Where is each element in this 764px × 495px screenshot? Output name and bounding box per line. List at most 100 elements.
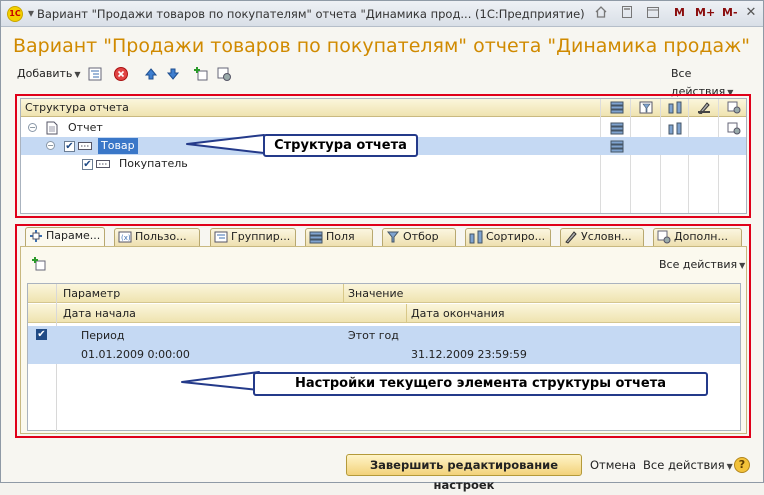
collapse-icon[interactable]: − [46, 141, 55, 150]
start-date-value[interactable]: 01.01.2009 0:00:00 [81, 345, 190, 364]
tab-label: Дополн... [674, 230, 728, 243]
all-actions-button[interactable]: Все действия ▼ [671, 65, 753, 98]
settings-area: Все действия ▼ Параметр Значение Дата нач… [20, 246, 747, 434]
collapse-icon[interactable]: − [28, 123, 37, 132]
conditional-format-column-icon[interactable] [697, 101, 711, 114]
home-icon[interactable] [593, 5, 609, 21]
report-document-icon [46, 121, 58, 135]
add-button[interactable]: Добавить ▼ [17, 65, 81, 83]
cancel-button[interactable]: Отмена [590, 458, 636, 472]
tree-item-checkbox[interactable]: ✔ [64, 141, 75, 152]
finish-editing-button[interactable]: Завершить редактирование настроек [346, 454, 582, 492]
tab-label: Отбор [403, 230, 439, 243]
parameter-value[interactable]: Этот год [348, 326, 399, 345]
parameter-enabled-checkbox[interactable]: ✔ [36, 329, 47, 340]
tab-label: Поля [326, 230, 355, 243]
tree-item-label: Отчет [68, 121, 103, 134]
tab-parameters[interactable]: Параме... [25, 227, 105, 246]
callout-arrow [186, 134, 265, 154]
fields-icon [610, 140, 624, 153]
grouping-icon [78, 142, 92, 150]
additional-icon [657, 230, 671, 244]
help-icon[interactable]: ? [734, 457, 750, 473]
tab-user-fields[interactable]: (x) Пользо... [114, 228, 200, 246]
all-actions-label: Все действия [659, 258, 738, 271]
group-icon[interactable] [193, 65, 209, 83]
window-title: Вариант "Продажи товаров по покупателям"… [37, 7, 585, 21]
structure-header: Структура отчета [21, 99, 746, 117]
filter-column-icon[interactable] [639, 101, 653, 114]
move-up-icon[interactable] [143, 65, 159, 83]
structure-tree-icon[interactable] [87, 65, 103, 83]
table-row[interactable]: 01.01.2009 0:00:00 31.12.2009 23:59:59 [28, 345, 740, 364]
chevron-down-icon: ▼ [726, 462, 733, 471]
parameters-icon [30, 230, 42, 242]
tab-label: Параме... [46, 229, 101, 242]
sort-icon [668, 122, 682, 135]
grid-divider [406, 304, 407, 323]
fields-icon [610, 122, 624, 135]
tab-sort[interactable]: Сортиро... [465, 228, 551, 246]
table-row[interactable]: ✔ Период Этот год [28, 326, 740, 345]
calendar-icon[interactable] [645, 5, 661, 21]
tab-filter[interactable]: Отбор [382, 228, 456, 246]
sort-column-icon[interactable] [668, 101, 682, 114]
settings-callout: Настройки текущего элемента структуры от… [253, 372, 708, 396]
main-window: 1С ▾ Вариант "Продажи товаров по покупат… [0, 0, 764, 492]
tab-label: Группир... [231, 230, 291, 243]
title-bar: 1С ▾ Вариант "Продажи товаров по покупат… [1, 1, 763, 27]
column-header-end: Дата окончания [411, 307, 505, 320]
grouping-icon [214, 231, 228, 243]
grouping-icon [96, 160, 110, 168]
chevron-down-icon: ▼ [739, 261, 746, 270]
callout-arrow [181, 371, 260, 391]
settings-gear-icon[interactable] [216, 65, 232, 83]
all-actions-label: Все действия [643, 458, 725, 472]
settings-all-actions-button[interactable]: Все действия ▼ [659, 258, 745, 271]
tab-label: Пользо... [135, 230, 187, 243]
tab-additional[interactable]: Дополн... [653, 228, 742, 246]
tree-item-label: Товар [98, 138, 138, 154]
grid-header-row: Параметр Значение [28, 284, 740, 303]
end-date-value[interactable]: 31.12.2009 23:59:59 [411, 345, 527, 364]
tab-conditional-format[interactable]: Условн... [560, 228, 644, 246]
footer-all-actions-button[interactable]: Все действия ▼ [643, 458, 733, 472]
user-fields-icon: (x) [118, 231, 132, 243]
chevron-down-icon: ▼ [74, 70, 81, 79]
app-logo[interactable]: 1С [7, 6, 23, 22]
main-toolbar: Добавить ▼ Все действия ▼ [13, 65, 753, 98]
tree-item-label: Покупатель [119, 157, 188, 170]
add-parameter-icon[interactable] [31, 256, 47, 272]
fields-icon [309, 231, 323, 244]
tab-fields[interactable]: Поля [305, 228, 373, 246]
tree-row[interactable]: ✔ Покупатель [21, 155, 746, 173]
page-title: Вариант "Продажи товаров по покупателям"… [13, 35, 751, 57]
tree-item-checkbox[interactable]: ✔ [82, 159, 93, 170]
parameter-name: Период [81, 329, 125, 342]
structure-header-label: Структура отчета [25, 101, 129, 114]
tab-label: Условн... [581, 230, 632, 243]
add-button-label: Добавить [17, 67, 73, 80]
conditional-format-icon [565, 231, 577, 244]
svg-text:(x): (x) [121, 234, 131, 242]
close-icon[interactable]: ✕ [743, 5, 759, 21]
fields-column-icon[interactable] [610, 101, 624, 114]
memory-minus-button[interactable]: M- [722, 6, 738, 22]
calculator-icon[interactable] [619, 5, 635, 21]
column-header-start: Дата начала [63, 307, 136, 320]
column-header-value: Значение [348, 287, 404, 300]
tab-label: Сортиро... [486, 230, 546, 243]
additional-column-icon[interactable] [727, 101, 741, 114]
additional-icon [727, 122, 741, 135]
structure-callout: Структура отчета [263, 134, 418, 157]
grid-divider [343, 284, 344, 303]
column-header-param: Параметр [63, 287, 121, 300]
memory-plus-button[interactable]: M+ [695, 6, 715, 22]
filter-icon [386, 231, 400, 243]
delete-icon[interactable] [113, 65, 129, 83]
move-down-icon[interactable] [165, 65, 181, 83]
memory-button[interactable]: M [674, 6, 685, 22]
grid-header-row-2: Дата начала Дата окончания [28, 304, 740, 323]
tab-grouping[interactable]: Группир... [210, 228, 296, 246]
parameters-grid[interactable]: Параметр Значение Дата начала Дата оконч… [27, 283, 741, 432]
